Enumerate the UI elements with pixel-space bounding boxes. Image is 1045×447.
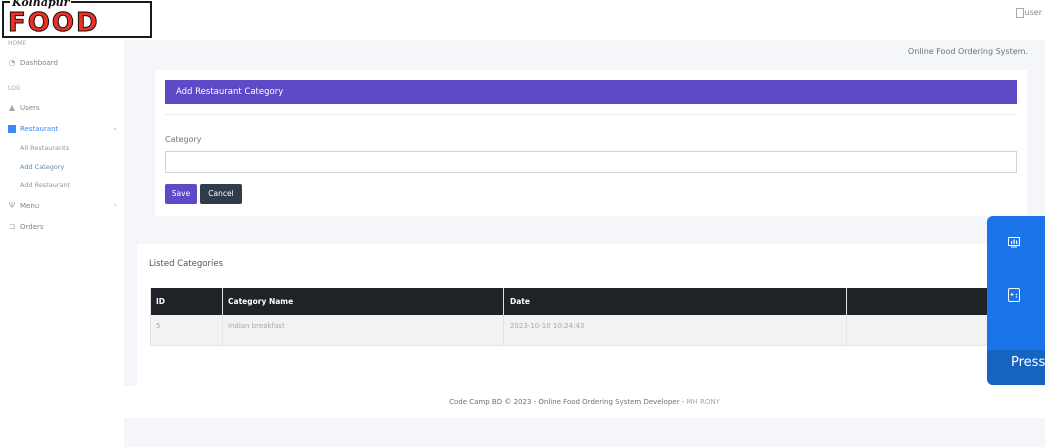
user-avatar[interactable]: user bbox=[1015, 8, 1042, 18]
archive-icon bbox=[8, 125, 16, 133]
column-divider bbox=[222, 288, 223, 345]
sidebar-header-log: LOG bbox=[8, 85, 21, 92]
main-content: Online Food Ordering System. Add Restaur… bbox=[124, 40, 1045, 447]
developer-link[interactable]: MH RONY bbox=[686, 398, 719, 406]
chevron-down-icon: ⌄ bbox=[112, 124, 118, 132]
column-header-id: ID bbox=[156, 297, 166, 306]
sidebar-header-home: HOME bbox=[8, 40, 27, 47]
shopping-cart-icon: ⊐ bbox=[8, 222, 16, 231]
user-avatar-alt: user bbox=[1024, 8, 1042, 17]
panel-bottom-button[interactable]: Press bbox=[987, 350, 1045, 385]
sidebar-item-orders[interactable]: ⊐ Orders bbox=[8, 222, 44, 232]
gamepad-icon[interactable] bbox=[1008, 288, 1020, 302]
column-header-date: Date bbox=[510, 297, 530, 306]
sidebar-item-dashboard[interactable]: ◔ Dashboard bbox=[8, 58, 58, 68]
category-label: Category bbox=[165, 135, 202, 144]
add-category-card: Add Restaurant Category Category Save Ca… bbox=[155, 70, 1027, 216]
save-button[interactable]: Save bbox=[165, 184, 197, 204]
sidebar-item-menu[interactable]: Ψ Menu bbox=[8, 201, 40, 211]
table-header: ID Category Name Date bbox=[150, 288, 1002, 315]
cell-id: 5 bbox=[156, 322, 161, 330]
listed-categories-card: Listed Categories ID Category Name Date … bbox=[137, 244, 1027, 396]
sidebar-subitem-add-category[interactable]: Add Category bbox=[20, 163, 64, 171]
user-icon: ▲ bbox=[8, 103, 16, 112]
card-title: Add Restaurant Category bbox=[165, 80, 1017, 104]
broken-image-icon bbox=[1015, 8, 1024, 18]
column-header-category-name: Category Name bbox=[228, 297, 294, 306]
sidebar-item-label: Dashboard bbox=[20, 59, 58, 67]
cell-date: 2023-10-10 10:24:43 bbox=[510, 322, 585, 330]
chevron-right-icon: › bbox=[114, 201, 117, 209]
sidebar-item-label: Orders bbox=[20, 223, 44, 231]
footer: Code Camp BD © 2023 - Online Food Orderi… bbox=[124, 386, 1045, 418]
section-title: Listed Categories bbox=[149, 259, 224, 269]
page-breadcrumb: Online Food Ordering System. bbox=[907, 47, 1028, 56]
cancel-button[interactable]: Cancel bbox=[200, 184, 242, 204]
sidebar-item-restaurant[interactable]: Restaurant bbox=[8, 125, 58, 133]
sidebar-subitem-add-restaurant[interactable]: Add Restaurant bbox=[20, 181, 70, 189]
sidebar-item-label: Restaurant bbox=[20, 125, 59, 133]
sidebar-item-users[interactable]: ▲ Users bbox=[8, 103, 40, 113]
tachometer-icon: ◔ bbox=[8, 58, 16, 67]
table-row: 5 indian breakfast 2023-10-10 10:24:43 bbox=[150, 315, 1002, 346]
cell-category-name: indian breakfast bbox=[228, 322, 285, 330]
column-divider bbox=[503, 288, 504, 345]
cutlery-icon: Ψ bbox=[8, 201, 16, 210]
column-divider bbox=[846, 288, 847, 345]
column-divider bbox=[150, 288, 151, 345]
divider bbox=[165, 114, 1017, 115]
category-input[interactable] bbox=[165, 151, 1017, 173]
sidebar-item-label: Users bbox=[20, 104, 40, 112]
top-bar: Kolhapur FOOD user bbox=[0, 0, 1045, 40]
logo-main-text: FOOD bbox=[8, 8, 100, 38]
floating-side-panel: Press bbox=[987, 216, 1045, 385]
display-stats-icon[interactable] bbox=[1008, 237, 1020, 248]
sidebar-item-label: Menu bbox=[20, 202, 40, 210]
sidebar: HOME ◔ Dashboard LOG ▲ Users Restaurant … bbox=[0, 40, 124, 447]
site-logo[interactable]: Kolhapur FOOD bbox=[2, 0, 152, 38]
footer-text: Code Camp BD © 2023 - Online Food Orderi… bbox=[449, 398, 687, 406]
sidebar-subitem-all-restaurants[interactable]: All Restaurants bbox=[20, 144, 69, 152]
